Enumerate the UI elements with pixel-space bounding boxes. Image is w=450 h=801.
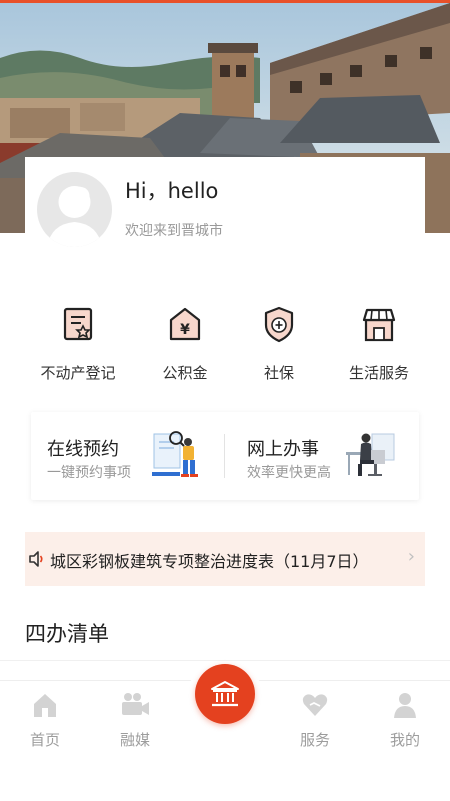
welcome-text: 欢迎来到晋城市 — [125, 223, 223, 239]
tab-profile[interactable]: 我的 — [360, 691, 450, 750]
tab-label: 服务 — [299, 731, 330, 749]
tab-label: 首页 — [29, 731, 60, 749]
storefront-icon — [362, 308, 396, 342]
greeting-text: Hi，hello — [125, 179, 219, 203]
service-label: 不动产登记 — [40, 364, 116, 382]
quick-action-subtitle: 一键预约事项 — [47, 465, 131, 481]
user-silhouette-icon — [47, 186, 102, 247]
social-security-shield-icon — [264, 306, 294, 343]
service-life-services[interactable]: 生活服务 — [323, 300, 435, 383]
notice-banner[interactable]: 城区彩钢板建筑专项整治进度表（11月7日） › — [25, 532, 425, 586]
section-divider — [0, 660, 450, 661]
home-icon — [34, 694, 56, 717]
property-certificate-icon — [63, 307, 93, 341]
quick-action-title: 在线预约 — [47, 439, 119, 460]
profile-card: Hi，hello 欢迎来到晋城市 — [25, 157, 425, 252]
office-worker-illustration-icon — [346, 433, 395, 476]
video-camera-icon — [122, 693, 149, 715]
heart-service-icon — [302, 694, 328, 716]
svg-text:¥: ¥ — [180, 322, 190, 338]
speaker-icon — [29, 551, 43, 567]
center-government-button[interactable] — [195, 664, 255, 724]
avatar[interactable] — [37, 172, 112, 247]
tab-media[interactable]: 融媒 — [90, 691, 180, 750]
service-social-security[interactable]: 社保 — [223, 300, 335, 383]
online-appointment-button[interactable]: 在线预约 一键预约事项 — [31, 412, 225, 500]
appointment-illustration-icon — [152, 431, 198, 477]
user-icon — [394, 693, 416, 718]
tab-label: 融媒 — [119, 731, 150, 749]
service-property-registration[interactable]: 不动产登记 — [22, 300, 134, 383]
service-grid: 不动产登记 ¥ 公积金 社保 生活服务 — [0, 300, 450, 390]
tab-label: 我的 — [389, 731, 420, 749]
service-label: 社保 — [263, 364, 294, 382]
tab-services[interactable]: 服务 — [270, 691, 360, 750]
quick-action-title: 网上办事 — [247, 439, 319, 460]
section-title: 四办清单 — [25, 622, 109, 646]
quick-actions-card: 在线预约 一键预约事项 网上办事 效率更快更高 — [31, 412, 419, 500]
service-label: 生活服务 — [348, 364, 409, 382]
housing-fund-icon: ¥ — [169, 307, 201, 341]
tab-home[interactable]: 首页 — [0, 691, 90, 750]
quick-action-subtitle: 效率更快更高 — [247, 465, 331, 481]
notice-text: 城区彩钢板建筑专项整治进度表（11月7日） — [50, 552, 369, 571]
government-building-icon — [211, 681, 239, 707]
chevron-right-icon: › — [407, 546, 415, 567]
online-services-button[interactable]: 网上办事 效率更快更高 — [225, 412, 419, 500]
